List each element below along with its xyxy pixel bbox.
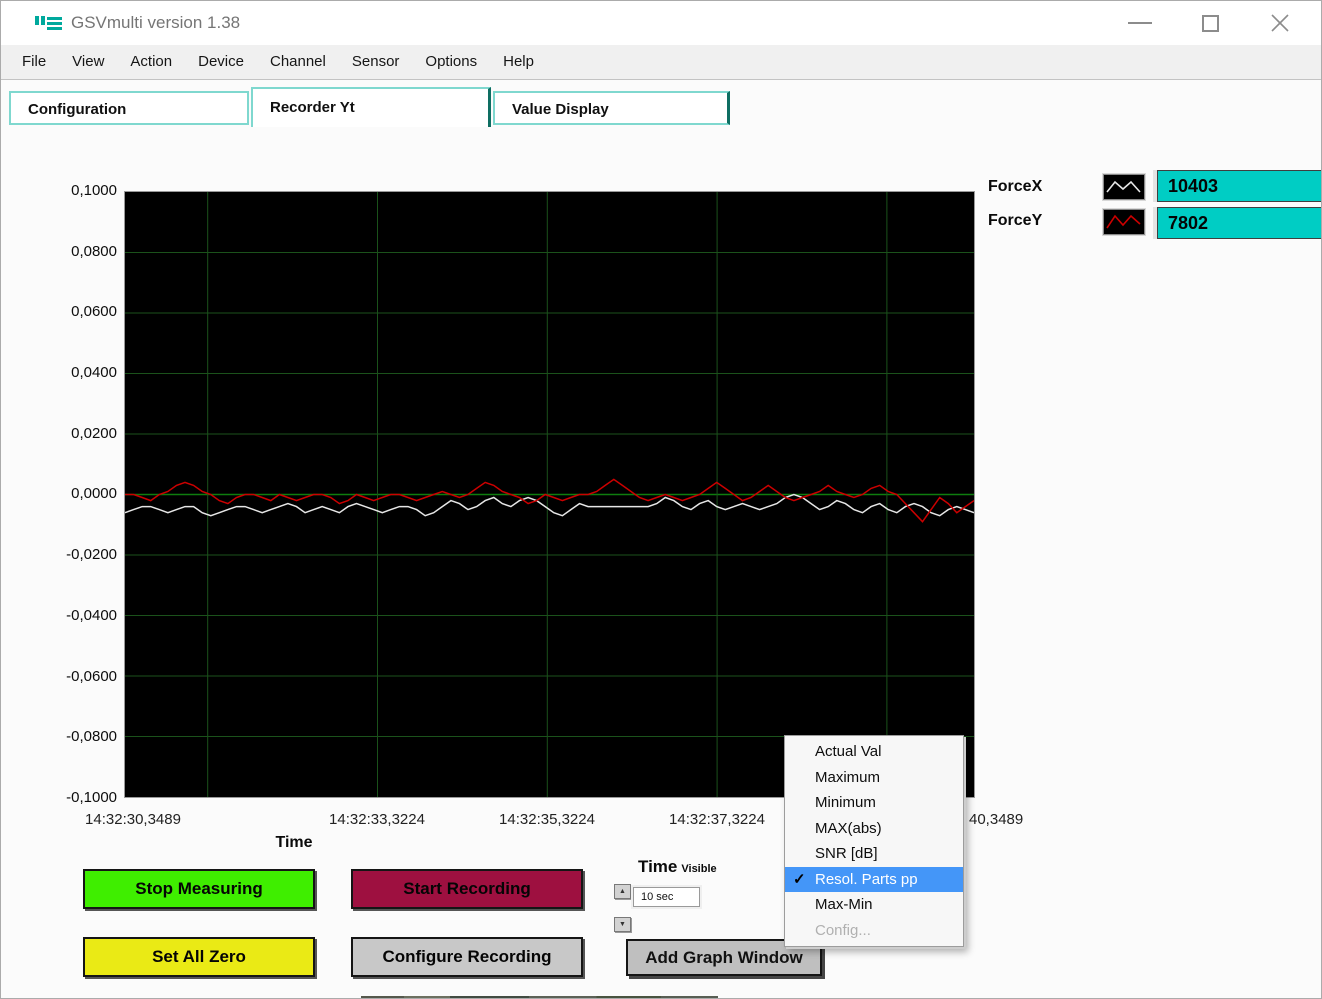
title-bar: GSVmulti version 1.38 — [1, 1, 1321, 45]
start-recording-button[interactable]: Start Recording — [351, 869, 583, 909]
forcex-zigzag-icon — [1104, 175, 1144, 199]
menu-item-max-abs[interactable]: MAX(abs) — [785, 816, 963, 842]
set-all-zero-button[interactable]: Set All Zero — [83, 937, 315, 977]
legend-label-forcex: ForceX — [988, 178, 1042, 196]
time-visible-input[interactable]: 10 sec — [633, 887, 700, 907]
menu-item-config: Config... — [785, 918, 963, 944]
tab-value-display[interactable]: Value Display — [493, 91, 730, 125]
y-tick: 0,1000 — [29, 182, 117, 200]
graph-context-menu: Actual Val Maximum Minimum MAX(abs) SNR … — [784, 735, 964, 947]
check-icon: ✓ — [793, 867, 806, 893]
forcey-value-display[interactable]: 7802 — [1157, 207, 1322, 239]
stop-measuring-button[interactable]: Stop Measuring — [83, 869, 315, 909]
y-tick: -0,1000 — [29, 789, 117, 807]
window-title: GSVmulti version 1.38 — [71, 13, 240, 33]
close-icon — [1269, 12, 1291, 34]
menu-item-label: Resol. Parts pp — [815, 871, 918, 888]
menu-item-minimum[interactable]: Minimum — [785, 790, 963, 816]
menu-item-snr-db[interactable]: SNR [dB] — [785, 841, 963, 867]
menu-action[interactable]: Action — [117, 45, 185, 79]
forcex-line — [125, 495, 974, 516]
x-tick: 14:32:37,3224 — [669, 811, 765, 828]
y-tick: -0,0800 — [29, 728, 117, 746]
app-window: GSVmulti version 1.38 File View Action D… — [0, 0, 1322, 999]
forcex-line-swatch[interactable] — [1103, 174, 1145, 200]
y-tick: 0,0800 — [29, 243, 117, 261]
menu-bar: File View Action Device Channel Sensor O… — [1, 45, 1321, 80]
y-tick: 0,0400 — [29, 364, 117, 382]
arrow-down-icon: ▼ — [619, 921, 626, 928]
time-visible-title: Time — [638, 857, 677, 876]
menu-sensor[interactable]: Sensor — [339, 45, 413, 79]
tab-configuration[interactable]: Configuration — [9, 91, 249, 125]
time-decrement-button[interactable]: ▼ — [614, 917, 631, 932]
x-tick: 14:32:33,3224 — [329, 811, 425, 828]
menu-item-maximum[interactable]: Maximum — [785, 765, 963, 791]
forcey-zigzag-icon — [1104, 210, 1144, 234]
graph-plot-area[interactable] — [124, 191, 975, 798]
maximize-icon — [1202, 15, 1219, 32]
y-tick: 0,0000 — [29, 485, 117, 503]
menu-view[interactable]: View — [59, 45, 117, 79]
y-tick: -0,0200 — [29, 546, 117, 564]
menu-device[interactable]: Device — [185, 45, 257, 79]
forcex-value-display[interactable]: 10403 — [1157, 170, 1322, 202]
y-tick: -0,0600 — [29, 668, 117, 686]
tab-recorder-yt[interactable]: Recorder Yt — [251, 87, 491, 127]
y-axis-labels: 0,1000 0,0800 0,0600 0,0400 0,0200 0,000… — [29, 182, 117, 807]
arrow-up-icon: ▲ — [619, 888, 626, 895]
y-tick: 0,0600 — [29, 303, 117, 321]
maximize-button[interactable] — [1187, 1, 1233, 45]
menu-file[interactable]: File — [9, 45, 59, 79]
menu-item-actual-val[interactable]: Actual Val — [785, 739, 963, 765]
configure-recording-button[interactable]: Configure Recording — [351, 937, 583, 977]
x-tick: 40,3489 — [969, 811, 1023, 828]
menu-options[interactable]: Options — [412, 45, 490, 79]
menu-item-max-min[interactable]: Max-Min — [785, 892, 963, 918]
close-button[interactable] — [1257, 1, 1303, 45]
y-tick: 0,0200 — [29, 425, 117, 443]
time-increment-button[interactable]: ▲ — [614, 884, 631, 899]
yt-chart — [125, 192, 974, 797]
x-tick: 14:32:35,3224 — [499, 811, 595, 828]
menu-item-resol-parts-pp[interactable]: ✓ Resol. Parts pp — [785, 867, 963, 893]
app-logo-icon — [35, 16, 65, 32]
menu-channel[interactable]: Channel — [257, 45, 339, 79]
legend-label-forcey: ForceY — [988, 212, 1042, 230]
time-visible-label: Time Visible — [638, 857, 717, 877]
forcey-line-swatch[interactable] — [1103, 209, 1145, 235]
menu-help[interactable]: Help — [490, 45, 547, 79]
x-tick: 14:32:30,3489 — [85, 811, 181, 828]
y-tick: -0,0400 — [29, 607, 117, 625]
x-axis-title: Time — [239, 834, 349, 852]
minimize-icon — [1128, 22, 1152, 24]
forcey-line — [125, 479, 974, 521]
minimize-button[interactable] — [1117, 1, 1163, 45]
time-visible-suffix: Visible — [681, 863, 716, 875]
